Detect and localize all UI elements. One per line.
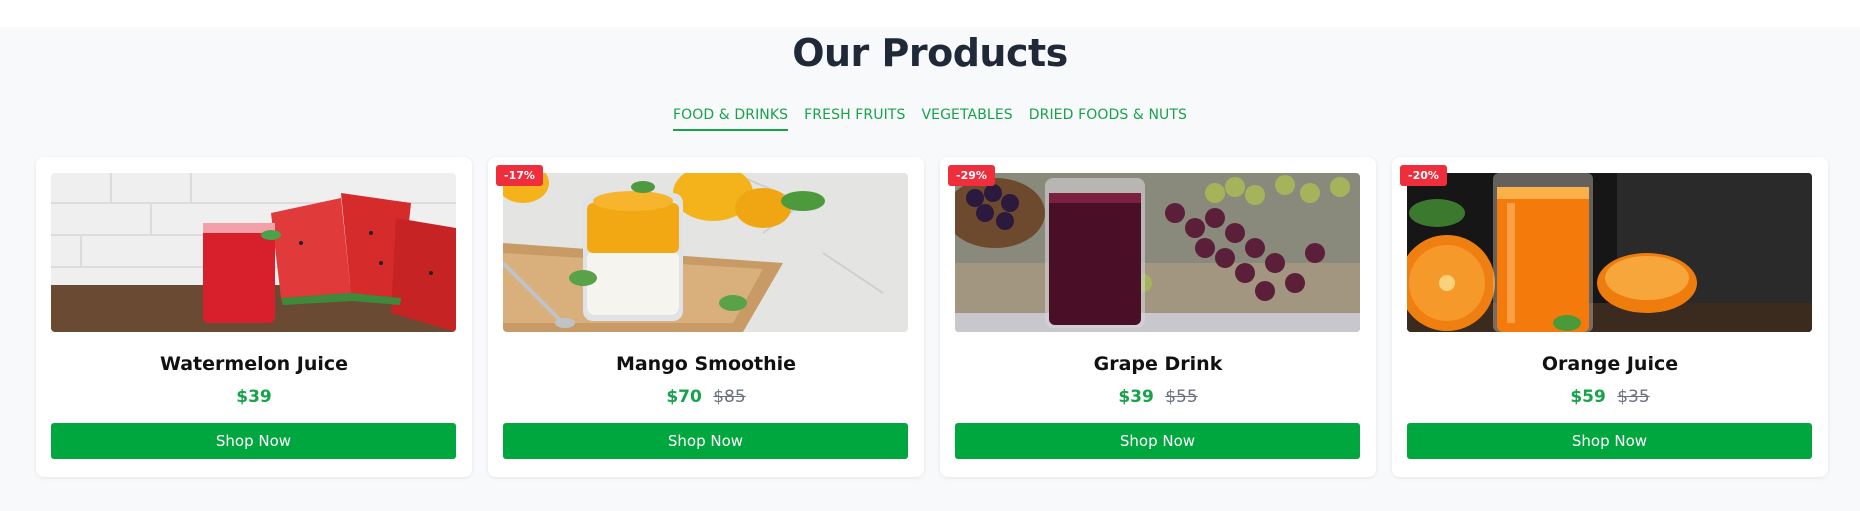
shop-now-button[interactable]: Shop Now: [1407, 423, 1812, 459]
tab-fresh-fruits[interactable]: FRESH FRUITS: [804, 107, 905, 131]
product-image-watermelon-juice[interactable]: [51, 173, 456, 332]
product-card-mango-smoothie: -17% Mango Smoothie $70 $85 Shop Now: [488, 157, 924, 477]
product-image-orange-juice[interactable]: [1407, 173, 1812, 332]
price-row: $39 $55: [940, 387, 1376, 407]
product-price: $70: [666, 387, 702, 407]
products-section: Our Products FOOD & DRINKS FRESH FRUITS …: [0, 27, 1860, 511]
product-price: $59: [1570, 387, 1606, 407]
product-card-grape-drink: -29% Grape Drink $39 $55 Shop Now: [940, 157, 1376, 477]
price-row: $39: [36, 387, 472, 407]
shop-now-button[interactable]: Shop Now: [51, 423, 456, 459]
price-row: $70 $85: [488, 387, 924, 407]
product-old-price: $35: [1617, 387, 1650, 407]
product-price: $39: [1118, 387, 1154, 407]
top-bar: [0, 0, 1860, 27]
tab-vegetables[interactable]: VEGETABLES: [921, 107, 1012, 131]
shop-now-button[interactable]: Shop Now: [955, 423, 1360, 459]
product-price: $39: [236, 387, 272, 407]
product-image-grape-drink[interactable]: [955, 173, 1360, 332]
product-name[interactable]: Orange Juice: [1392, 353, 1828, 375]
section-title: Our Products: [792, 31, 1068, 75]
discount-badge: -17%: [496, 165, 543, 186]
price-row: $59 $35: [1392, 387, 1828, 407]
product-old-price: $55: [1165, 387, 1198, 407]
tab-dried-foods-nuts[interactable]: DRIED FOODS & NUTS: [1029, 107, 1187, 131]
discount-badge: -29%: [948, 165, 995, 186]
product-grid: Watermelon Juice $39 Shop Now -17% Mango…: [36, 157, 1828, 477]
product-name[interactable]: Watermelon Juice: [36, 353, 472, 375]
category-tabs: FOOD & DRINKS FRESH FRUITS VEGETABLES DR…: [0, 107, 1860, 131]
product-old-price: $85: [713, 387, 746, 407]
product-name[interactable]: Grape Drink: [940, 353, 1376, 375]
discount-badge: -20%: [1400, 165, 1447, 186]
tab-food-drinks[interactable]: FOOD & DRINKS: [672, 107, 789, 131]
product-card-orange-juice: -20% Orange Juice $59 $35 Shop Now: [1392, 157, 1828, 477]
product-card-watermelon-juice: Watermelon Juice $39 Shop Now: [36, 157, 472, 477]
product-name[interactable]: Mango Smoothie: [488, 353, 924, 375]
shop-now-button[interactable]: Shop Now: [503, 423, 908, 459]
product-image-mango-smoothie[interactable]: [503, 173, 908, 332]
